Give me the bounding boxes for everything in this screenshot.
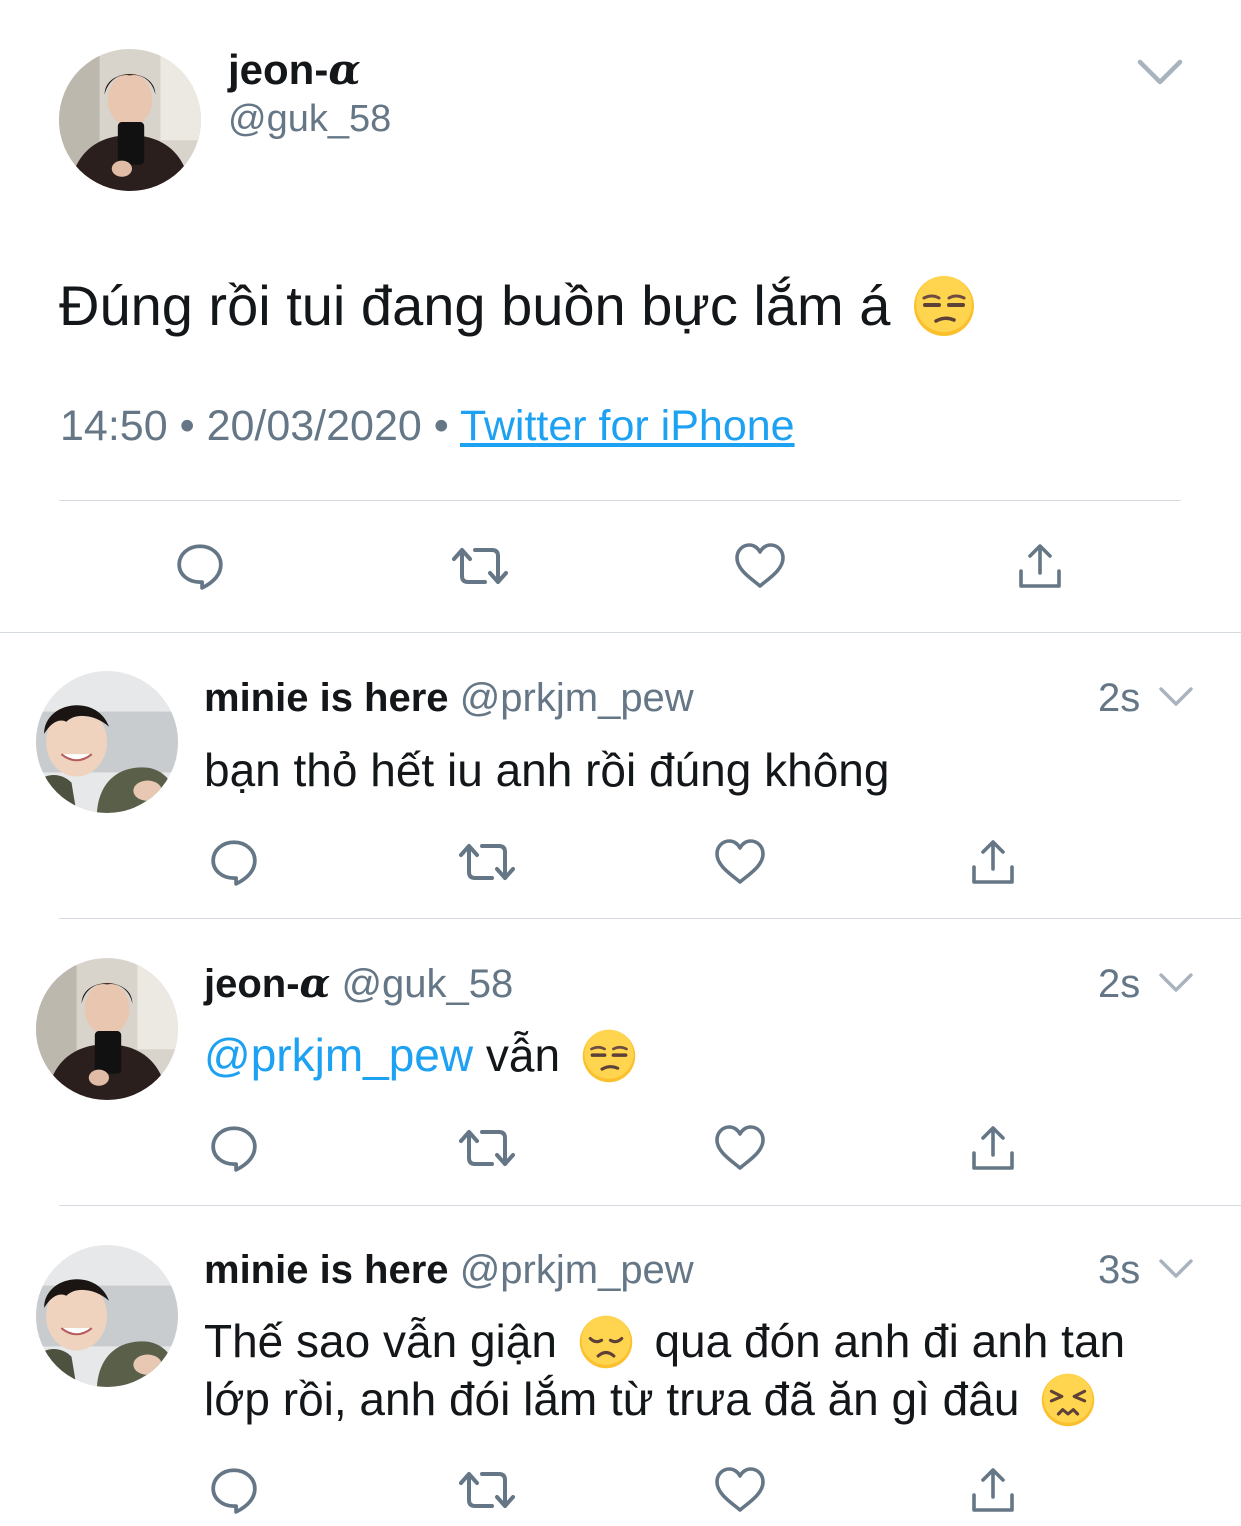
retweet-icon xyxy=(459,838,515,886)
share-icon xyxy=(1016,542,1064,590)
share-button[interactable] xyxy=(958,827,1028,897)
like-icon xyxy=(734,542,786,590)
like-button[interactable] xyxy=(705,1455,775,1525)
reply-button[interactable] xyxy=(165,531,235,601)
tweet-text-content: Đúng rồi tui đang buồn bực lắm á xyxy=(59,274,891,337)
reply-text-line: lớp rồi, anh đói lắm từ trưa đã ăn gì đâ… xyxy=(204,1370,1096,1431)
persevering-face-icon xyxy=(1040,1372,1096,1428)
reply-icon xyxy=(209,1465,259,1515)
reply-avatar[interactable] xyxy=(36,958,178,1100)
reply-text-content: vẫn xyxy=(485,1029,561,1081)
like-icon xyxy=(714,1124,766,1172)
retweet-icon xyxy=(459,1466,515,1514)
author-handle[interactable]: @guk_58 xyxy=(228,96,391,142)
reply-author-name[interactable]: minie is here xyxy=(204,1248,449,1292)
chevron-down-icon[interactable] xyxy=(1158,685,1194,708)
tweet-meta: 14:50 • 20/03/2020 • Twitter for iPhone xyxy=(60,400,795,452)
chevron-down-icon[interactable] xyxy=(1158,971,1194,994)
retweet-icon xyxy=(459,1124,515,1172)
reply-text: bạn thỏ hết iu anh rồi đúng không xyxy=(204,744,890,796)
author-name-text: jeon- xyxy=(228,46,329,93)
like-icon xyxy=(714,1466,766,1514)
share-button[interactable] xyxy=(1005,531,1075,601)
mention-link[interactable]: @prkjm_pew xyxy=(204,1029,473,1081)
divider xyxy=(59,918,1241,919)
reply-author-handle[interactable]: @prkjm_pew xyxy=(460,1248,694,1292)
reply-avatar[interactable] xyxy=(36,1245,178,1387)
share-icon xyxy=(969,1124,1017,1172)
share-icon xyxy=(969,838,1017,886)
chevron-down-icon[interactable] xyxy=(1158,1257,1194,1280)
like-icon xyxy=(714,838,766,886)
reply-author-handle[interactable]: @guk_58 xyxy=(341,962,513,1006)
reply-author-handle[interactable]: @prkjm_pew xyxy=(460,676,694,720)
share-button[interactable] xyxy=(958,1113,1028,1183)
share-icon xyxy=(969,1466,1017,1514)
retweet-button[interactable] xyxy=(452,1113,522,1183)
like-button[interactable] xyxy=(705,1113,775,1183)
meta-separator: • xyxy=(179,402,195,450)
reply-header: minie is here @prkjm_pew xyxy=(204,1246,694,1294)
reply-icon xyxy=(175,541,225,591)
reply-button[interactable] xyxy=(199,1113,269,1183)
unamused-face-icon xyxy=(912,274,976,338)
like-button[interactable] xyxy=(705,827,775,897)
reply-author-name-alpha: α xyxy=(299,960,331,1007)
reply-text-part: Thế sao vẫn giận xyxy=(204,1315,557,1367)
divider xyxy=(59,1205,1241,1206)
reply-button[interactable] xyxy=(199,827,269,897)
reply-header: jeon-α @guk_58 xyxy=(204,960,513,1008)
unamused-face-icon xyxy=(581,1028,637,1084)
retweet-button[interactable] xyxy=(445,531,515,601)
retweet-button[interactable] xyxy=(452,827,522,897)
tweet-source-link[interactable]: Twitter for iPhone xyxy=(460,402,795,450)
retweet-button[interactable] xyxy=(452,1455,522,1525)
like-button[interactable] xyxy=(725,531,795,601)
author-name[interactable]: jeon-α xyxy=(228,44,361,96)
tweet-text: Đúng rồi tui đang buồn bực lắm á xyxy=(59,270,976,342)
reply-author-name[interactable]: minie is here xyxy=(204,676,449,720)
reply-text-line: Thế sao vẫn giận qua đón anh đi anh tan xyxy=(204,1312,1125,1373)
tweet-time: 14:50 xyxy=(60,402,168,450)
reply-icon xyxy=(209,837,259,887)
author-name-alpha: α xyxy=(328,45,361,94)
author-avatar[interactable] xyxy=(59,49,201,191)
reply-header: minie is here @prkjm_pew xyxy=(204,674,694,722)
reply-button[interactable] xyxy=(199,1455,269,1525)
chevron-down-icon[interactable] xyxy=(1136,57,1184,87)
section-divider xyxy=(0,632,1241,633)
reply-avatar[interactable] xyxy=(36,671,178,813)
disappointed-face-icon xyxy=(578,1314,634,1370)
reply-age: 2s xyxy=(1098,676,1141,720)
reply-icon xyxy=(209,1123,259,1173)
reply-age: 2s xyxy=(1098,962,1141,1006)
reply-text: @prkjm_pew vẫn xyxy=(204,1026,637,1087)
tweet-date: 20/03/2020 xyxy=(206,402,422,450)
reply-author-name[interactable]: jeon-α xyxy=(204,960,331,1007)
reply-text-part: lớp rồi, anh đói lắm từ trưa đã ăn gì đâ… xyxy=(204,1373,1020,1425)
reply-text-part: qua đón anh đi anh tan xyxy=(654,1315,1126,1367)
divider xyxy=(59,500,1181,501)
reply-age: 3s xyxy=(1098,1248,1141,1292)
reply-author-name-text: jeon- xyxy=(204,962,300,1006)
share-button[interactable] xyxy=(958,1455,1028,1525)
retweet-icon xyxy=(452,542,508,590)
meta-separator: • xyxy=(433,402,449,450)
